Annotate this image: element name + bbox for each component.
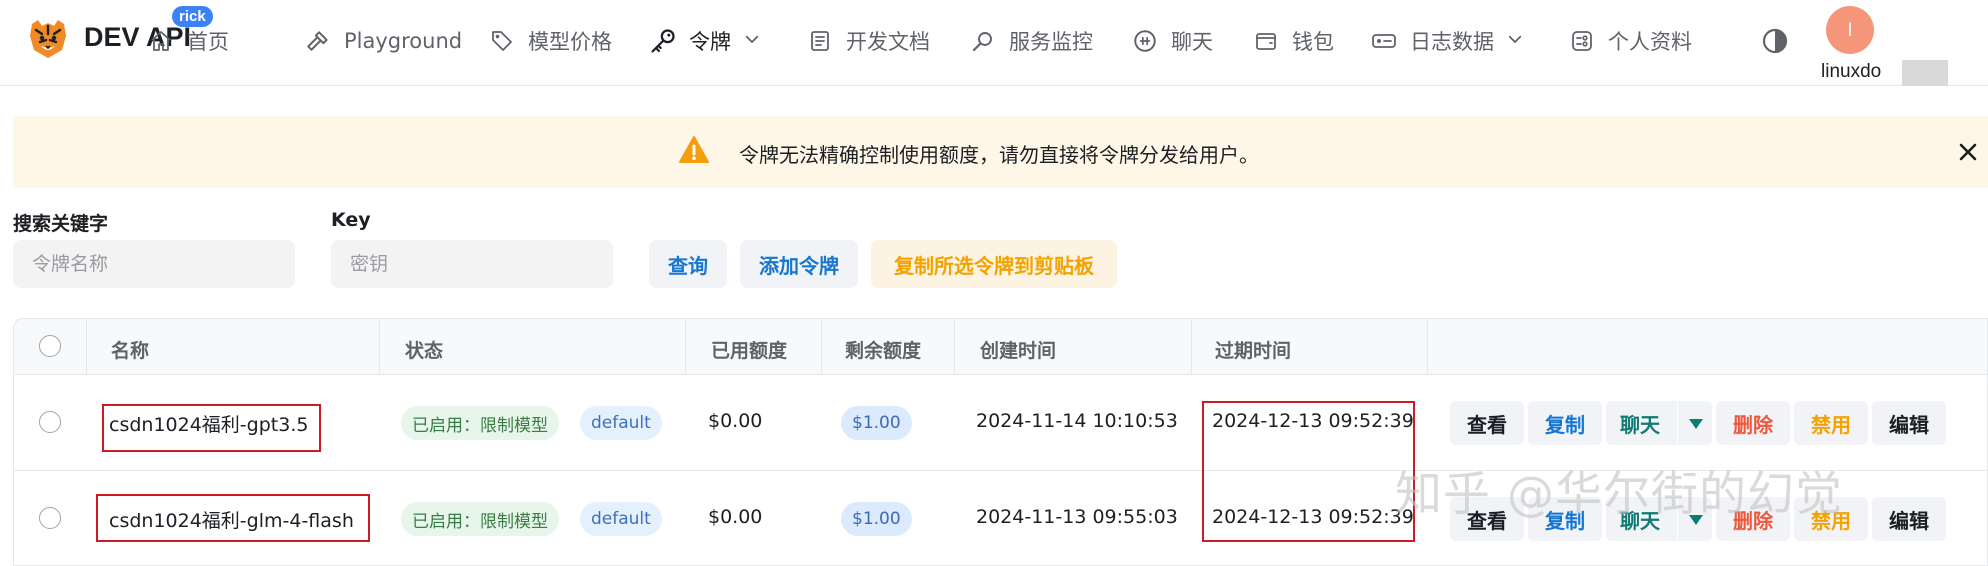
select-all-checkbox[interactable]: [39, 335, 61, 357]
query-button[interactable]: 查询: [649, 240, 727, 288]
tiger-logo-icon[interactable]: [26, 16, 70, 60]
view-button[interactable]: 查看: [1450, 497, 1524, 541]
nav-item-docs[interactable]: 开发文档: [806, 24, 930, 58]
nav-item-log-data[interactable]: 日志数据: [1370, 24, 1524, 58]
chat-label: 聊天: [1620, 412, 1660, 437]
profile-settings-icon: [1568, 27, 1596, 55]
username[interactable]: linuxdo: [1821, 61, 1881, 83]
chat-label: 聊天: [1620, 508, 1660, 533]
nav-item-profile[interactable]: 个人资料: [1568, 24, 1692, 58]
chevron-down-icon[interactable]: [1506, 29, 1524, 53]
nav-label: Playground: [344, 29, 463, 53]
chat-bot-icon: [1131, 27, 1159, 55]
magnifier-icon: [969, 27, 997, 55]
chat-button[interactable]: 聊天: [1606, 401, 1712, 445]
copy-button[interactable]: 复制: [1528, 401, 1602, 445]
copy-selected-tokens-button[interactable]: 复制所选令牌到剪贴板: [871, 240, 1117, 288]
home-icon: [147, 27, 175, 55]
nav-label: 个人资料: [1608, 30, 1692, 54]
edit-button[interactable]: 编辑: [1872, 497, 1946, 541]
warning-triangle-icon: [679, 136, 709, 163]
status-badge: 已启用：限制模型: [401, 502, 559, 536]
annotation-box-name-2: [96, 494, 370, 542]
created-time: 2024-11-14 10:10:53: [976, 410, 1178, 432]
remaining-quota-badge: $1.00: [841, 502, 912, 536]
caret-down-icon[interactable]: [1688, 418, 1704, 430]
token-name-search-input[interactable]: [13, 240, 295, 288]
keyword-label: 搜索关键字: [13, 213, 109, 235]
nav-item-playground[interactable]: Playground: [304, 24, 462, 58]
theme-toggle-icon[interactable]: [1761, 27, 1789, 55]
nav-item-service-monitor[interactable]: 服务监控: [969, 24, 1093, 58]
warning-text: 令牌无法精确控制使用额度，请勿直接将令牌分发给用户。: [739, 143, 1259, 167]
nav-label: 模型价格: [528, 30, 612, 54]
disable-button[interactable]: 禁用: [1794, 401, 1868, 445]
avatar[interactable]: l: [1826, 6, 1874, 54]
group-badge: default: [580, 502, 662, 536]
nav-item-model-price[interactable]: 模型价格: [488, 24, 612, 58]
column-header-name: 名称: [111, 340, 150, 362]
nav-item-chat[interactable]: 聊天: [1131, 24, 1213, 58]
edit-button[interactable]: 编辑: [1872, 401, 1946, 445]
storage-icon: [1370, 27, 1398, 55]
delete-button[interactable]: 删除: [1716, 497, 1790, 541]
copy-button[interactable]: 复制: [1528, 497, 1602, 541]
delete-button[interactable]: 删除: [1716, 401, 1790, 445]
nav-label: 服务监控: [1009, 30, 1093, 54]
nav-label: 日志数据: [1410, 30, 1494, 54]
column-header-used-quota: 已用额度: [711, 340, 788, 362]
warning-banner: 令牌无法精确控制使用额度，请勿直接将令牌分发给用户。: [13, 116, 1988, 188]
wallet-icon: [1252, 27, 1280, 55]
top-navigation-bar: DEV API rick 首页 Playground 模型价格 令牌 开发文档 …: [0, 0, 1988, 86]
price-tag-icon: [488, 27, 516, 55]
table-header: 名称 状态 已用额度 剩余额度 创建时间 过期时间: [14, 319, 1987, 375]
nav-label: 开发文档: [846, 30, 930, 54]
caret-down-icon[interactable]: [1688, 514, 1704, 526]
document-icon: [806, 27, 834, 55]
remaining-quota-badge: $1.00: [841, 406, 912, 440]
column-header-remaining-quota: 剩余额度: [845, 340, 922, 362]
row-checkbox[interactable]: [39, 507, 61, 529]
nav-item-wallet[interactable]: 钱包: [1252, 24, 1334, 58]
status-badge: 已启用：限制模型: [401, 406, 559, 440]
annotation-box-expire-times: [1202, 401, 1415, 542]
disable-button[interactable]: 禁用: [1794, 497, 1868, 541]
close-icon[interactable]: [1954, 138, 1982, 166]
column-header-created-time: 创建时间: [980, 340, 1057, 362]
column-header-expire-time: 过期时间: [1215, 340, 1292, 362]
created-time: 2024-11-13 09:55:03: [976, 506, 1178, 528]
nav-label: 令牌: [689, 30, 731, 54]
row-checkbox[interactable]: [39, 411, 61, 433]
used-quota: $0.00: [708, 410, 763, 432]
nav-label: 聊天: [1171, 30, 1213, 54]
key-search-input[interactable]: [331, 240, 613, 288]
chat-button[interactable]: 聊天: [1606, 497, 1712, 541]
key-icon: [649, 27, 677, 55]
annotation-box-name-1: [102, 404, 321, 452]
add-token-button[interactable]: 添加令牌: [740, 240, 858, 288]
chevron-down-icon[interactable]: [743, 29, 761, 53]
view-button[interactable]: 查看: [1450, 401, 1524, 445]
used-quota: $0.00: [708, 506, 763, 528]
group-badge: default: [580, 406, 662, 440]
nav-item-home[interactable]: 首页: [147, 24, 229, 58]
column-header-status: 状态: [405, 340, 444, 362]
username-redaction: [1902, 60, 1948, 86]
hammer-icon: [304, 27, 332, 55]
nav-label: 首页: [187, 30, 229, 54]
nav-item-tokens[interactable]: 令牌: [649, 24, 761, 58]
key-label: Key: [331, 209, 371, 231]
nav-label: 钱包: [1292, 30, 1334, 54]
